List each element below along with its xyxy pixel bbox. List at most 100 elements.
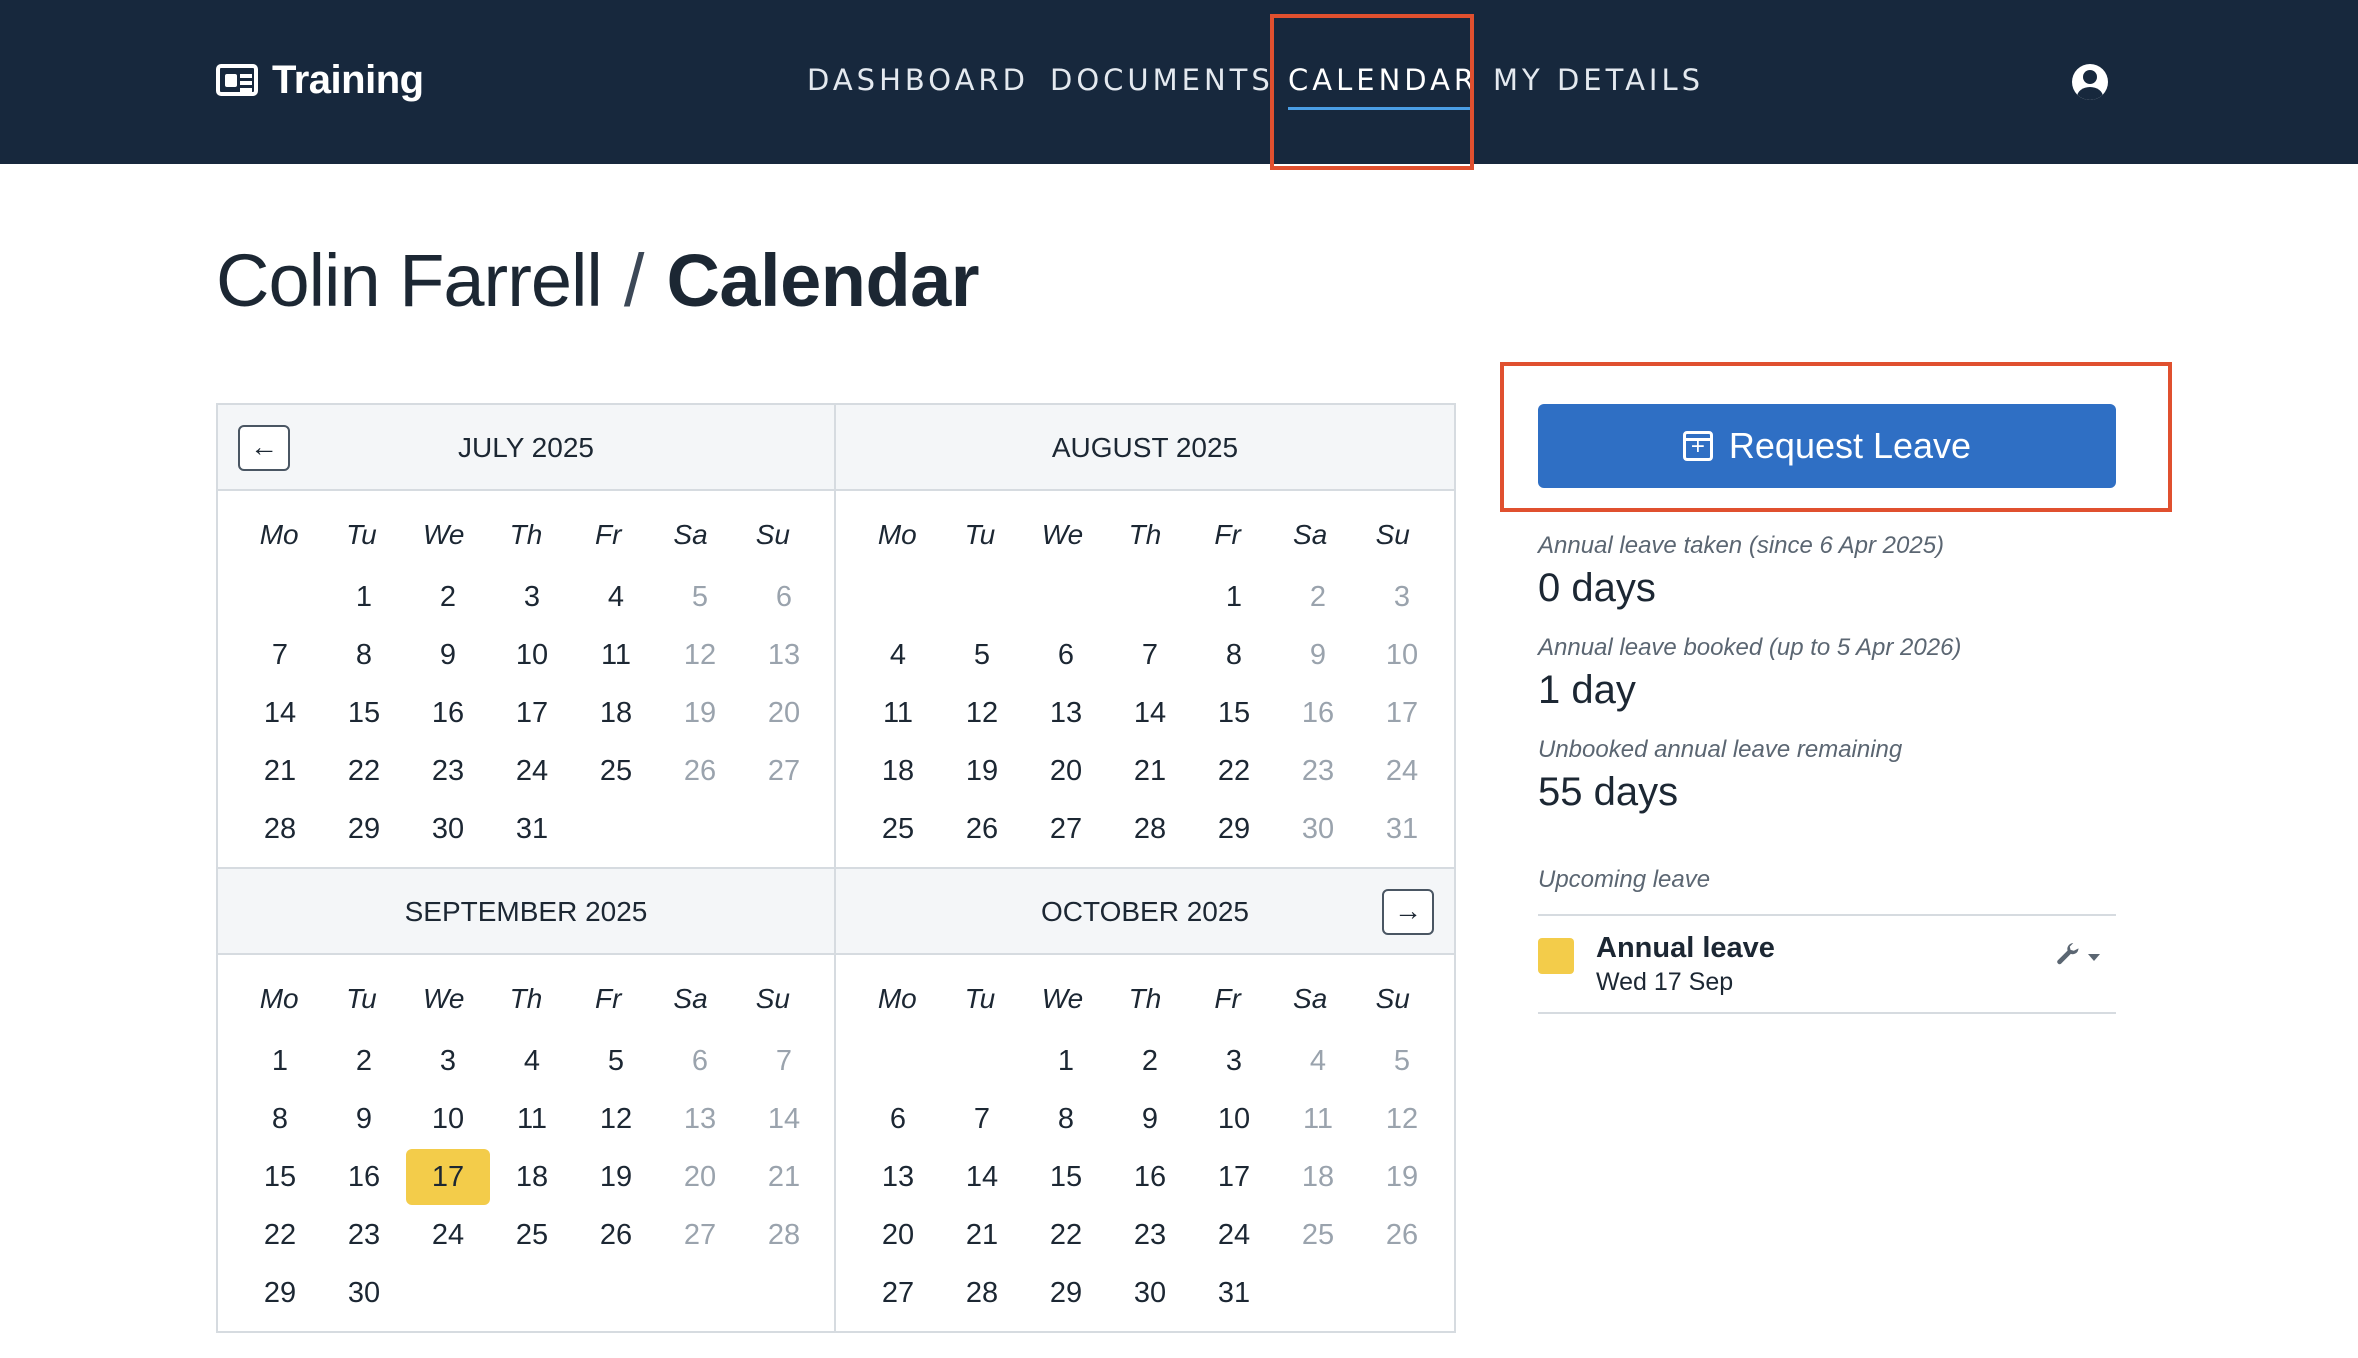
previous-month-button[interactable]: ← xyxy=(238,425,290,471)
calendar-day[interactable]: 25 xyxy=(856,801,940,857)
calendar-day[interactable]: 7 xyxy=(238,627,322,683)
calendar-day[interactable]: 6 xyxy=(658,1033,742,1089)
calendar-day[interactable]: 20 xyxy=(742,685,826,741)
calendar-day[interactable]: 21 xyxy=(1108,743,1192,799)
calendar-day[interactable]: 6 xyxy=(856,1091,940,1147)
calendar-day[interactable]: 26 xyxy=(1360,1207,1444,1263)
calendar-day[interactable]: 6 xyxy=(742,569,826,625)
calendar-day[interactable]: 11 xyxy=(856,685,940,741)
calendar-day[interactable]: 18 xyxy=(856,743,940,799)
calendar-day[interactable]: 30 xyxy=(406,801,490,857)
calendar-day[interactable]: 29 xyxy=(238,1265,322,1321)
calendar-day[interactable]: 17 xyxy=(1360,685,1444,741)
calendar-day[interactable]: 27 xyxy=(658,1207,742,1263)
calendar-day-leave[interactable]: 17 xyxy=(406,1149,490,1205)
calendar-day[interactable]: 22 xyxy=(1024,1207,1108,1263)
calendar-day[interactable]: 23 xyxy=(322,1207,406,1263)
calendar-day[interactable]: 9 xyxy=(1276,627,1360,683)
calendar-day[interactable]: 22 xyxy=(322,743,406,799)
calendar-day[interactable]: 19 xyxy=(574,1149,658,1205)
calendar-day[interactable]: 3 xyxy=(406,1033,490,1089)
calendar-day[interactable]: 25 xyxy=(490,1207,574,1263)
calendar-day[interactable]: 9 xyxy=(1108,1091,1192,1147)
calendar-day[interactable]: 5 xyxy=(574,1033,658,1089)
calendar-day[interactable]: 31 xyxy=(1192,1265,1276,1321)
calendar-day[interactable]: 18 xyxy=(574,685,658,741)
calendar-day[interactable]: 27 xyxy=(856,1265,940,1321)
calendar-day[interactable]: 2 xyxy=(1108,1033,1192,1089)
calendar-day[interactable]: 24 xyxy=(406,1207,490,1263)
calendar-day[interactable]: 31 xyxy=(1360,801,1444,857)
calendar-day[interactable]: 16 xyxy=(1108,1149,1192,1205)
brand-logo[interactable]: Training xyxy=(216,52,424,108)
calendar-day[interactable]: 29 xyxy=(322,801,406,857)
calendar-day[interactable]: 8 xyxy=(238,1091,322,1147)
calendar-day[interactable]: 25 xyxy=(1276,1207,1360,1263)
calendar-day[interactable]: 21 xyxy=(940,1207,1024,1263)
calendar-day[interactable]: 17 xyxy=(1192,1149,1276,1205)
calendar-day[interactable]: 22 xyxy=(238,1207,322,1263)
calendar-day[interactable]: 4 xyxy=(1276,1033,1360,1089)
nav-documents[interactable]: DOCUMENTS xyxy=(1050,52,1274,108)
calendar-day[interactable]: 14 xyxy=(1108,685,1192,741)
nav-dashboard[interactable]: DASHBOARD xyxy=(807,52,1029,108)
calendar-day[interactable]: 20 xyxy=(658,1149,742,1205)
next-month-button[interactable]: → xyxy=(1382,889,1434,935)
calendar-day[interactable]: 15 xyxy=(1192,685,1276,741)
calendar-day[interactable]: 12 xyxy=(1360,1091,1444,1147)
calendar-day[interactable]: 5 xyxy=(1360,1033,1444,1089)
calendar-day[interactable]: 30 xyxy=(1108,1265,1192,1321)
calendar-day[interactable]: 23 xyxy=(406,743,490,799)
calendar-day[interactable]: 24 xyxy=(490,743,574,799)
calendar-day[interactable]: 29 xyxy=(1024,1265,1108,1321)
calendar-day[interactable]: 19 xyxy=(658,685,742,741)
calendar-day[interactable]: 11 xyxy=(490,1091,574,1147)
calendar-day[interactable]: 29 xyxy=(1192,801,1276,857)
calendar-day[interactable]: 24 xyxy=(1360,743,1444,799)
calendar-day[interactable]: 26 xyxy=(658,743,742,799)
calendar-day[interactable]: 13 xyxy=(742,627,826,683)
calendar-day[interactable]: 2 xyxy=(322,1033,406,1089)
calendar-day[interactable]: 24 xyxy=(1192,1207,1276,1263)
calendar-day[interactable]: 7 xyxy=(940,1091,1024,1147)
leave-actions-dropdown[interactable] xyxy=(2054,942,2102,974)
nav-my-details[interactable]: MY DETAILS xyxy=(1493,52,1704,108)
user-account-icon[interactable] xyxy=(2072,64,2108,100)
calendar-day[interactable]: 7 xyxy=(742,1033,826,1089)
calendar-day[interactable]: 10 xyxy=(1360,627,1444,683)
calendar-day[interactable]: 8 xyxy=(1024,1091,1108,1147)
calendar-day[interactable]: 1 xyxy=(322,569,406,625)
calendar-day[interactable]: 28 xyxy=(1108,801,1192,857)
calendar-day[interactable]: 21 xyxy=(742,1149,826,1205)
calendar-day[interactable]: 9 xyxy=(406,627,490,683)
calendar-day[interactable]: 30 xyxy=(322,1265,406,1321)
calendar-day[interactable]: 10 xyxy=(1192,1091,1276,1147)
calendar-day[interactable]: 8 xyxy=(1192,627,1276,683)
calendar-day[interactable]: 21 xyxy=(238,743,322,799)
calendar-day[interactable]: 14 xyxy=(940,1149,1024,1205)
calendar-day[interactable]: 28 xyxy=(940,1265,1024,1321)
calendar-day[interactable]: 2 xyxy=(1276,569,1360,625)
calendar-day[interactable]: 4 xyxy=(574,569,658,625)
calendar-day[interactable]: 12 xyxy=(940,685,1024,741)
calendar-day[interactable]: 1 xyxy=(1192,569,1276,625)
calendar-day[interactable]: 1 xyxy=(238,1033,322,1089)
calendar-day[interactable]: 25 xyxy=(574,743,658,799)
calendar-day[interactable]: 20 xyxy=(1024,743,1108,799)
calendar-day[interactable]: 14 xyxy=(238,685,322,741)
calendar-day[interactable]: 18 xyxy=(490,1149,574,1205)
calendar-day[interactable]: 19 xyxy=(1360,1149,1444,1205)
calendar-day[interactable]: 16 xyxy=(322,1149,406,1205)
calendar-day[interactable]: 26 xyxy=(940,801,1024,857)
calendar-day[interactable]: 31 xyxy=(490,801,574,857)
calendar-day[interactable]: 23 xyxy=(1276,743,1360,799)
calendar-day[interactable]: 18 xyxy=(1276,1149,1360,1205)
calendar-day[interactable]: 5 xyxy=(940,627,1024,683)
calendar-day[interactable]: 9 xyxy=(322,1091,406,1147)
calendar-day[interactable]: 11 xyxy=(1276,1091,1360,1147)
calendar-day[interactable]: 15 xyxy=(1024,1149,1108,1205)
calendar-day[interactable]: 6 xyxy=(1024,627,1108,683)
calendar-day[interactable]: 13 xyxy=(856,1149,940,1205)
calendar-day[interactable]: 23 xyxy=(1108,1207,1192,1263)
calendar-day[interactable]: 13 xyxy=(658,1091,742,1147)
